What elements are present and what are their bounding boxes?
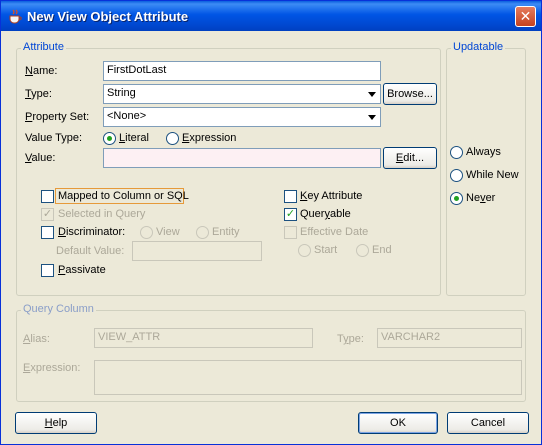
start-label: Start (314, 244, 338, 256)
close-button[interactable]: ✕ (515, 6, 536, 27)
updatable-legend: Updatable (451, 41, 506, 53)
browse-button[interactable]: Browse... (383, 83, 437, 105)
discriminator-checkbox[interactable] (41, 226, 54, 239)
key-attribute-label: Key Attribute (300, 190, 363, 202)
view-radio (140, 226, 153, 239)
dialog-window: New View Object Attribute ✕ Attribute Na… (0, 0, 542, 445)
query-column-legend: Query Column (21, 303, 96, 315)
while-new-radio[interactable] (450, 169, 463, 182)
type-select-value: String (107, 87, 136, 99)
selected-in-query-checkbox: ✓ (41, 208, 54, 221)
never-label: Never (466, 192, 496, 204)
discriminator-label: Discriminator: (58, 226, 126, 238)
passivate-label: Passivate (58, 264, 106, 276)
end-radio (356, 244, 369, 257)
literal-radio[interactable] (103, 132, 116, 145)
passivate-checkbox[interactable] (41, 264, 54, 277)
property-set-select[interactable]: <None> (103, 107, 381, 127)
literal-label: Literal (119, 132, 149, 144)
while-new-label: While New (466, 169, 519, 181)
effective-date-label: Effective Date (300, 226, 369, 238)
expression-label: Expression (182, 132, 237, 144)
end-label: End (372, 244, 392, 256)
type-label: Type: (25, 88, 52, 100)
value-input[interactable] (103, 148, 381, 168)
name-input[interactable]: FirstDotLast (103, 61, 381, 81)
attribute-legend: Attribute (21, 41, 66, 53)
property-set-label: Property Set: (25, 111, 90, 123)
query-expression-input (94, 360, 522, 395)
query-type-label: Type: (337, 333, 364, 345)
chevron-down-icon (368, 115, 376, 120)
java-cup-icon (9, 9, 22, 24)
value-type-label: Value Type: (25, 132, 83, 144)
default-value-label: Default Value: (56, 245, 125, 257)
alias-input: VIEW_ATTR (94, 328, 313, 348)
view-label: View (156, 226, 180, 238)
name-label: Name: (25, 65, 58, 77)
query-type-input: VARCHAR2 (377, 328, 522, 348)
mapped-label: Mapped to Column or SQL (58, 190, 189, 202)
start-radio (298, 244, 311, 257)
property-set-value: <None> (107, 110, 147, 122)
always-radio[interactable] (450, 146, 463, 159)
key-attribute-checkbox[interactable] (284, 190, 297, 203)
entity-label: Entity (212, 226, 240, 238)
ok-button[interactable]: OK (358, 412, 438, 434)
cancel-button[interactable]: Cancel (447, 412, 529, 434)
title-bar[interactable]: New View Object Attribute ✕ (1, 1, 541, 31)
default-value-input (132, 241, 262, 261)
edit-button[interactable]: Edit... (383, 147, 437, 169)
selected-in-query-label: Selected in Query (58, 208, 146, 220)
alias-label: Alias: (23, 333, 50, 345)
help-button[interactable]: Help (15, 412, 97, 434)
never-radio[interactable] (450, 192, 463, 205)
always-label: Always (466, 146, 501, 158)
query-expression-label: Expression: (23, 362, 81, 374)
chevron-down-icon (368, 92, 376, 97)
queryable-checkbox[interactable]: ✓ (284, 208, 297, 221)
value-label: Value: (25, 152, 56, 164)
effective-date-checkbox (284, 226, 297, 239)
queryable-label: Queryable (300, 208, 351, 220)
mapped-checkbox[interactable] (41, 190, 54, 203)
expression-radio[interactable] (166, 132, 179, 145)
type-select[interactable]: String (103, 84, 381, 104)
entity-radio (196, 226, 209, 239)
dialog-title: New View Object Attribute (27, 9, 189, 24)
